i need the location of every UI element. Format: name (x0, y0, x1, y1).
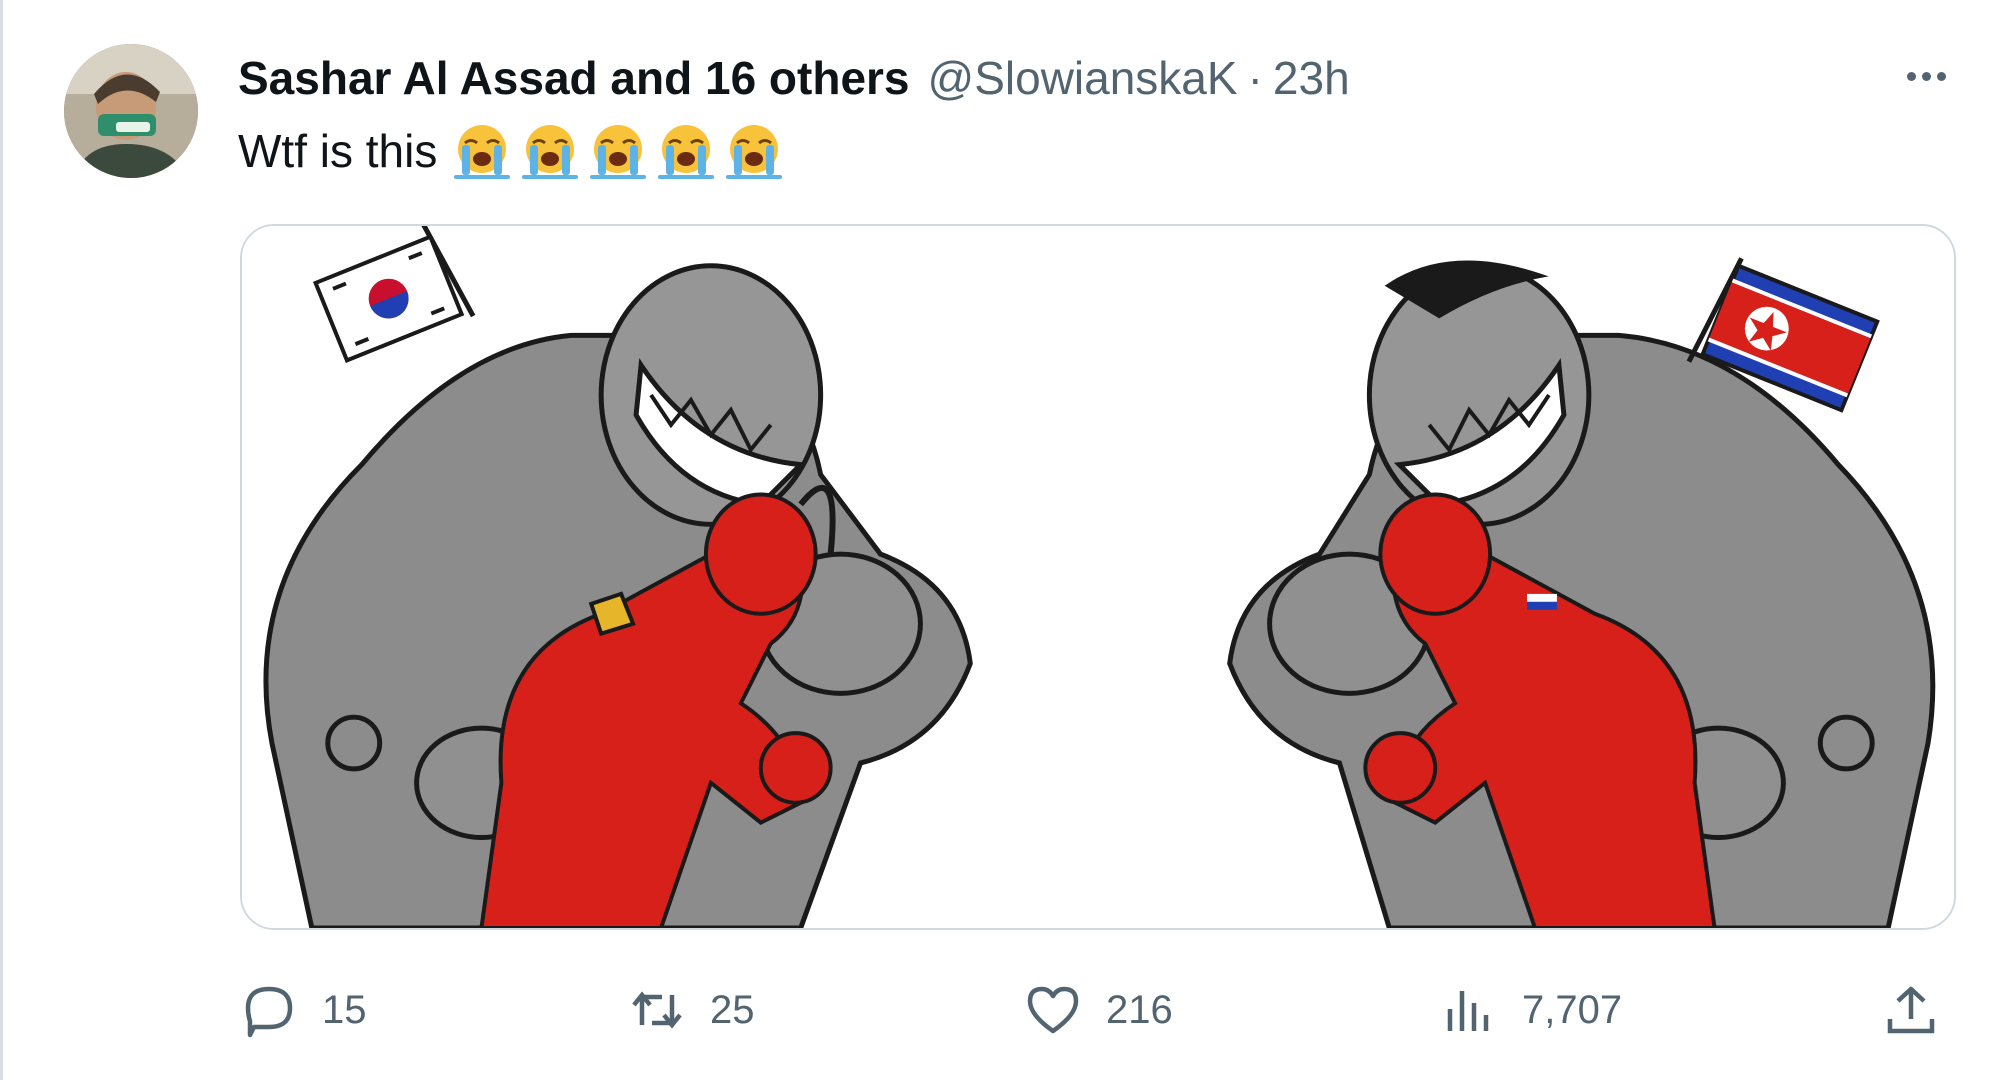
cartoon-illustration (242, 226, 1954, 928)
views-button[interactable]: 7,707 (1440, 975, 1622, 1045)
tweet: Sashar Al Assad and 16 others @Slowiansk… (0, 0, 2012, 1080)
loudly-crying-face-icon[interactable] (451, 121, 513, 181)
tweet-media-image[interactable] (240, 224, 1956, 930)
separator: · (1247, 52, 1263, 104)
share-button[interactable] (1882, 975, 1940, 1045)
views-icon (1447, 991, 1489, 1031)
loudly-crying-face-icon[interactable] (723, 121, 785, 181)
avatar-image (64, 44, 198, 178)
timestamp[interactable]: 23h (1273, 48, 1350, 108)
reply-button[interactable]: 15 (240, 975, 367, 1045)
tweet-text-body: Wtf is this (238, 125, 438, 177)
reply-icon (245, 986, 293, 1038)
display-name[interactable]: Sashar Al Assad and 16 others (238, 48, 910, 108)
like-count: 216 (1106, 987, 1173, 1032)
loudly-crying-face-icon[interactable] (655, 121, 717, 181)
loudly-crying-face-icon[interactable] (519, 121, 581, 181)
loudly-crying-face-icon[interactable] (587, 121, 649, 181)
emoji-row (451, 121, 785, 181)
reply-count: 15 (322, 987, 367, 1032)
handle[interactable]: @SlowianskaK (928, 48, 1238, 108)
heart-icon (1027, 986, 1079, 1034)
views-count: 7,707 (1522, 987, 1623, 1032)
avatar[interactable] (64, 44, 198, 178)
like-button[interactable]: 216 (1024, 975, 1173, 1045)
tweet-text: Wtf is this (238, 118, 785, 184)
retweet-count: 25 (710, 987, 755, 1032)
share-icon (1887, 986, 1935, 1034)
more-horizontal-icon[interactable] (1894, 56, 1958, 96)
retweet-button[interactable]: 25 (628, 975, 755, 1045)
retweet-icon (632, 991, 682, 1029)
tweet-header: Sashar Al Assad and 16 others @Slowiansk… (238, 48, 1350, 108)
tweet-actions: 15 25 216 7,707 (0, 975, 2012, 1045)
